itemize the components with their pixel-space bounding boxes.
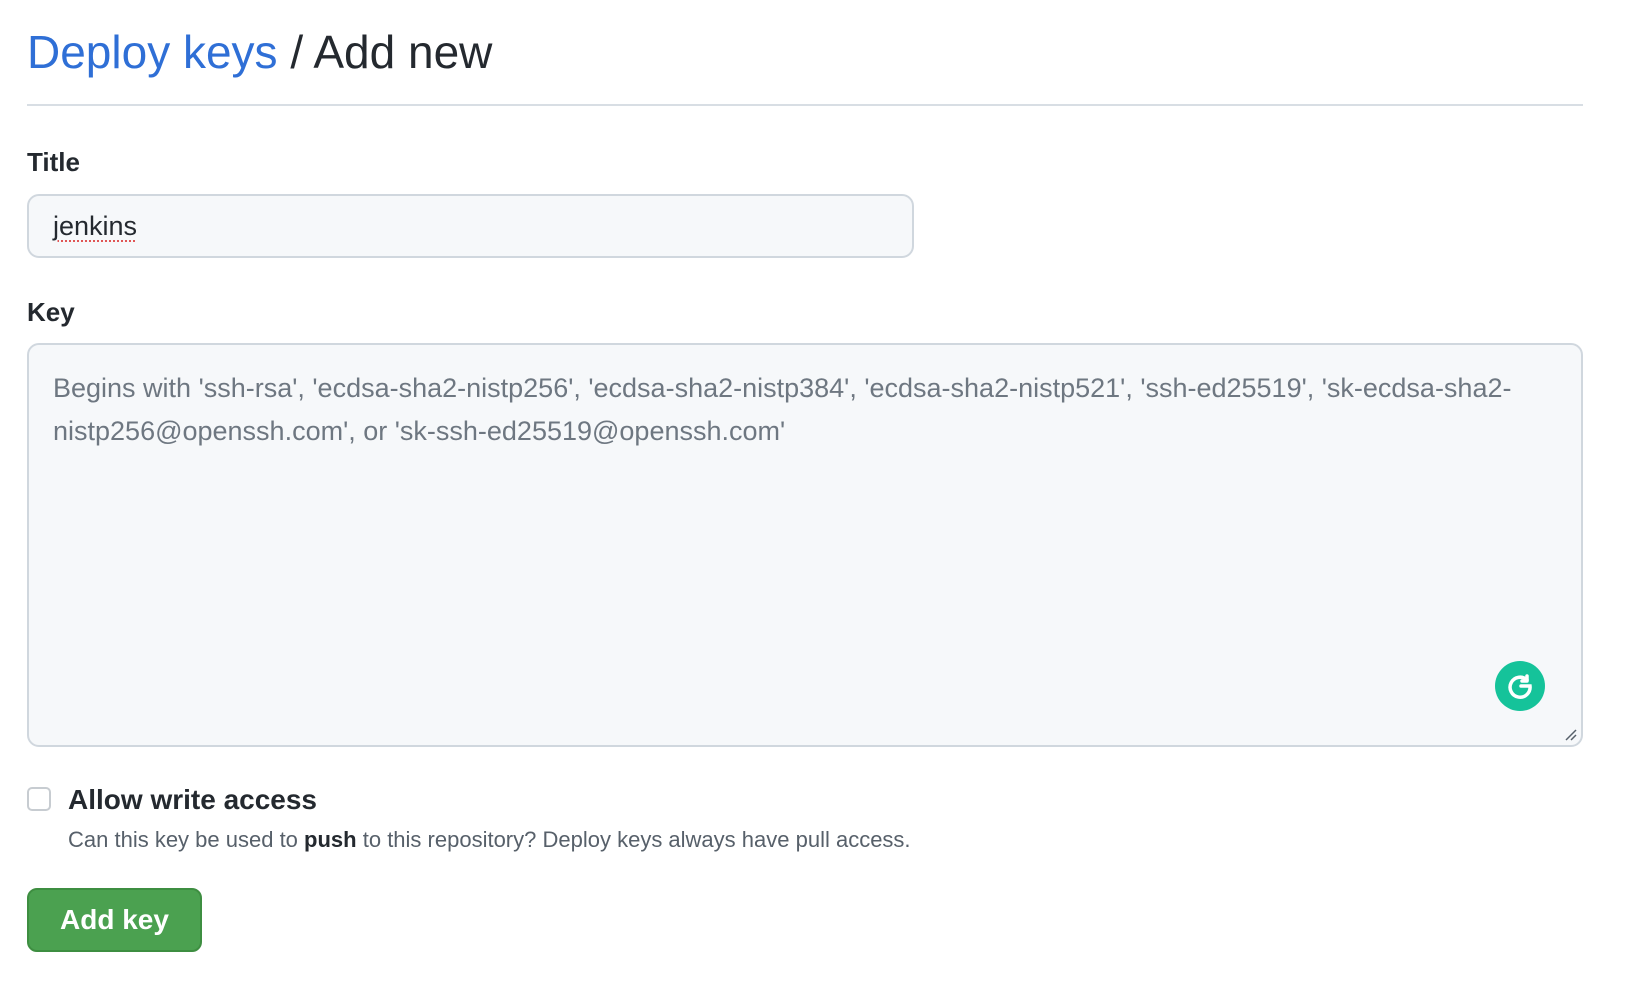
key-textarea[interactable]: Begins with 'ssh-rsa', 'ecdsa-sha2-nistp…	[27, 343, 1583, 747]
write-access-help: Can this key be used to push to this rep…	[68, 825, 911, 855]
grammarly-icon[interactable]	[1495, 661, 1545, 711]
write-access-checkbox[interactable]	[27, 787, 51, 811]
title-input[interactable]: jenkins	[27, 194, 914, 258]
key-placeholder: Begins with 'ssh-rsa', 'ecdsa-sha2-nistp…	[53, 373, 1512, 446]
title-input-value: jenkins	[53, 210, 138, 241]
deploy-key-page: Deploy keys / Add new Title jenkins Key …	[0, 0, 1650, 992]
add-key-button[interactable]: Add key	[27, 888, 202, 952]
write-access-help-bold: push	[304, 827, 357, 852]
title-label: Title	[27, 147, 80, 177]
breadcrumb: Deploy keys / Add new	[27, 22, 1583, 82]
write-access-option: Allow write access Can this key be used …	[27, 783, 1127, 863]
breadcrumb-deploy-keys-link[interactable]: Deploy keys	[27, 26, 278, 78]
page-header: Deploy keys / Add new	[27, 22, 1583, 106]
grammarly-g-glyph	[1508, 674, 1532, 699]
resize-handle-icon[interactable]	[1563, 727, 1577, 741]
breadcrumb-separator: /	[290, 26, 304, 78]
write-access-label[interactable]: Allow write access	[68, 783, 317, 817]
key-label: Key	[27, 297, 75, 327]
write-access-help-prefix: Can this key be used to	[68, 827, 298, 852]
write-access-help-suffix: to this repository? Deploy keys always h…	[362, 827, 911, 852]
breadcrumb-current: Add new	[313, 26, 493, 78]
